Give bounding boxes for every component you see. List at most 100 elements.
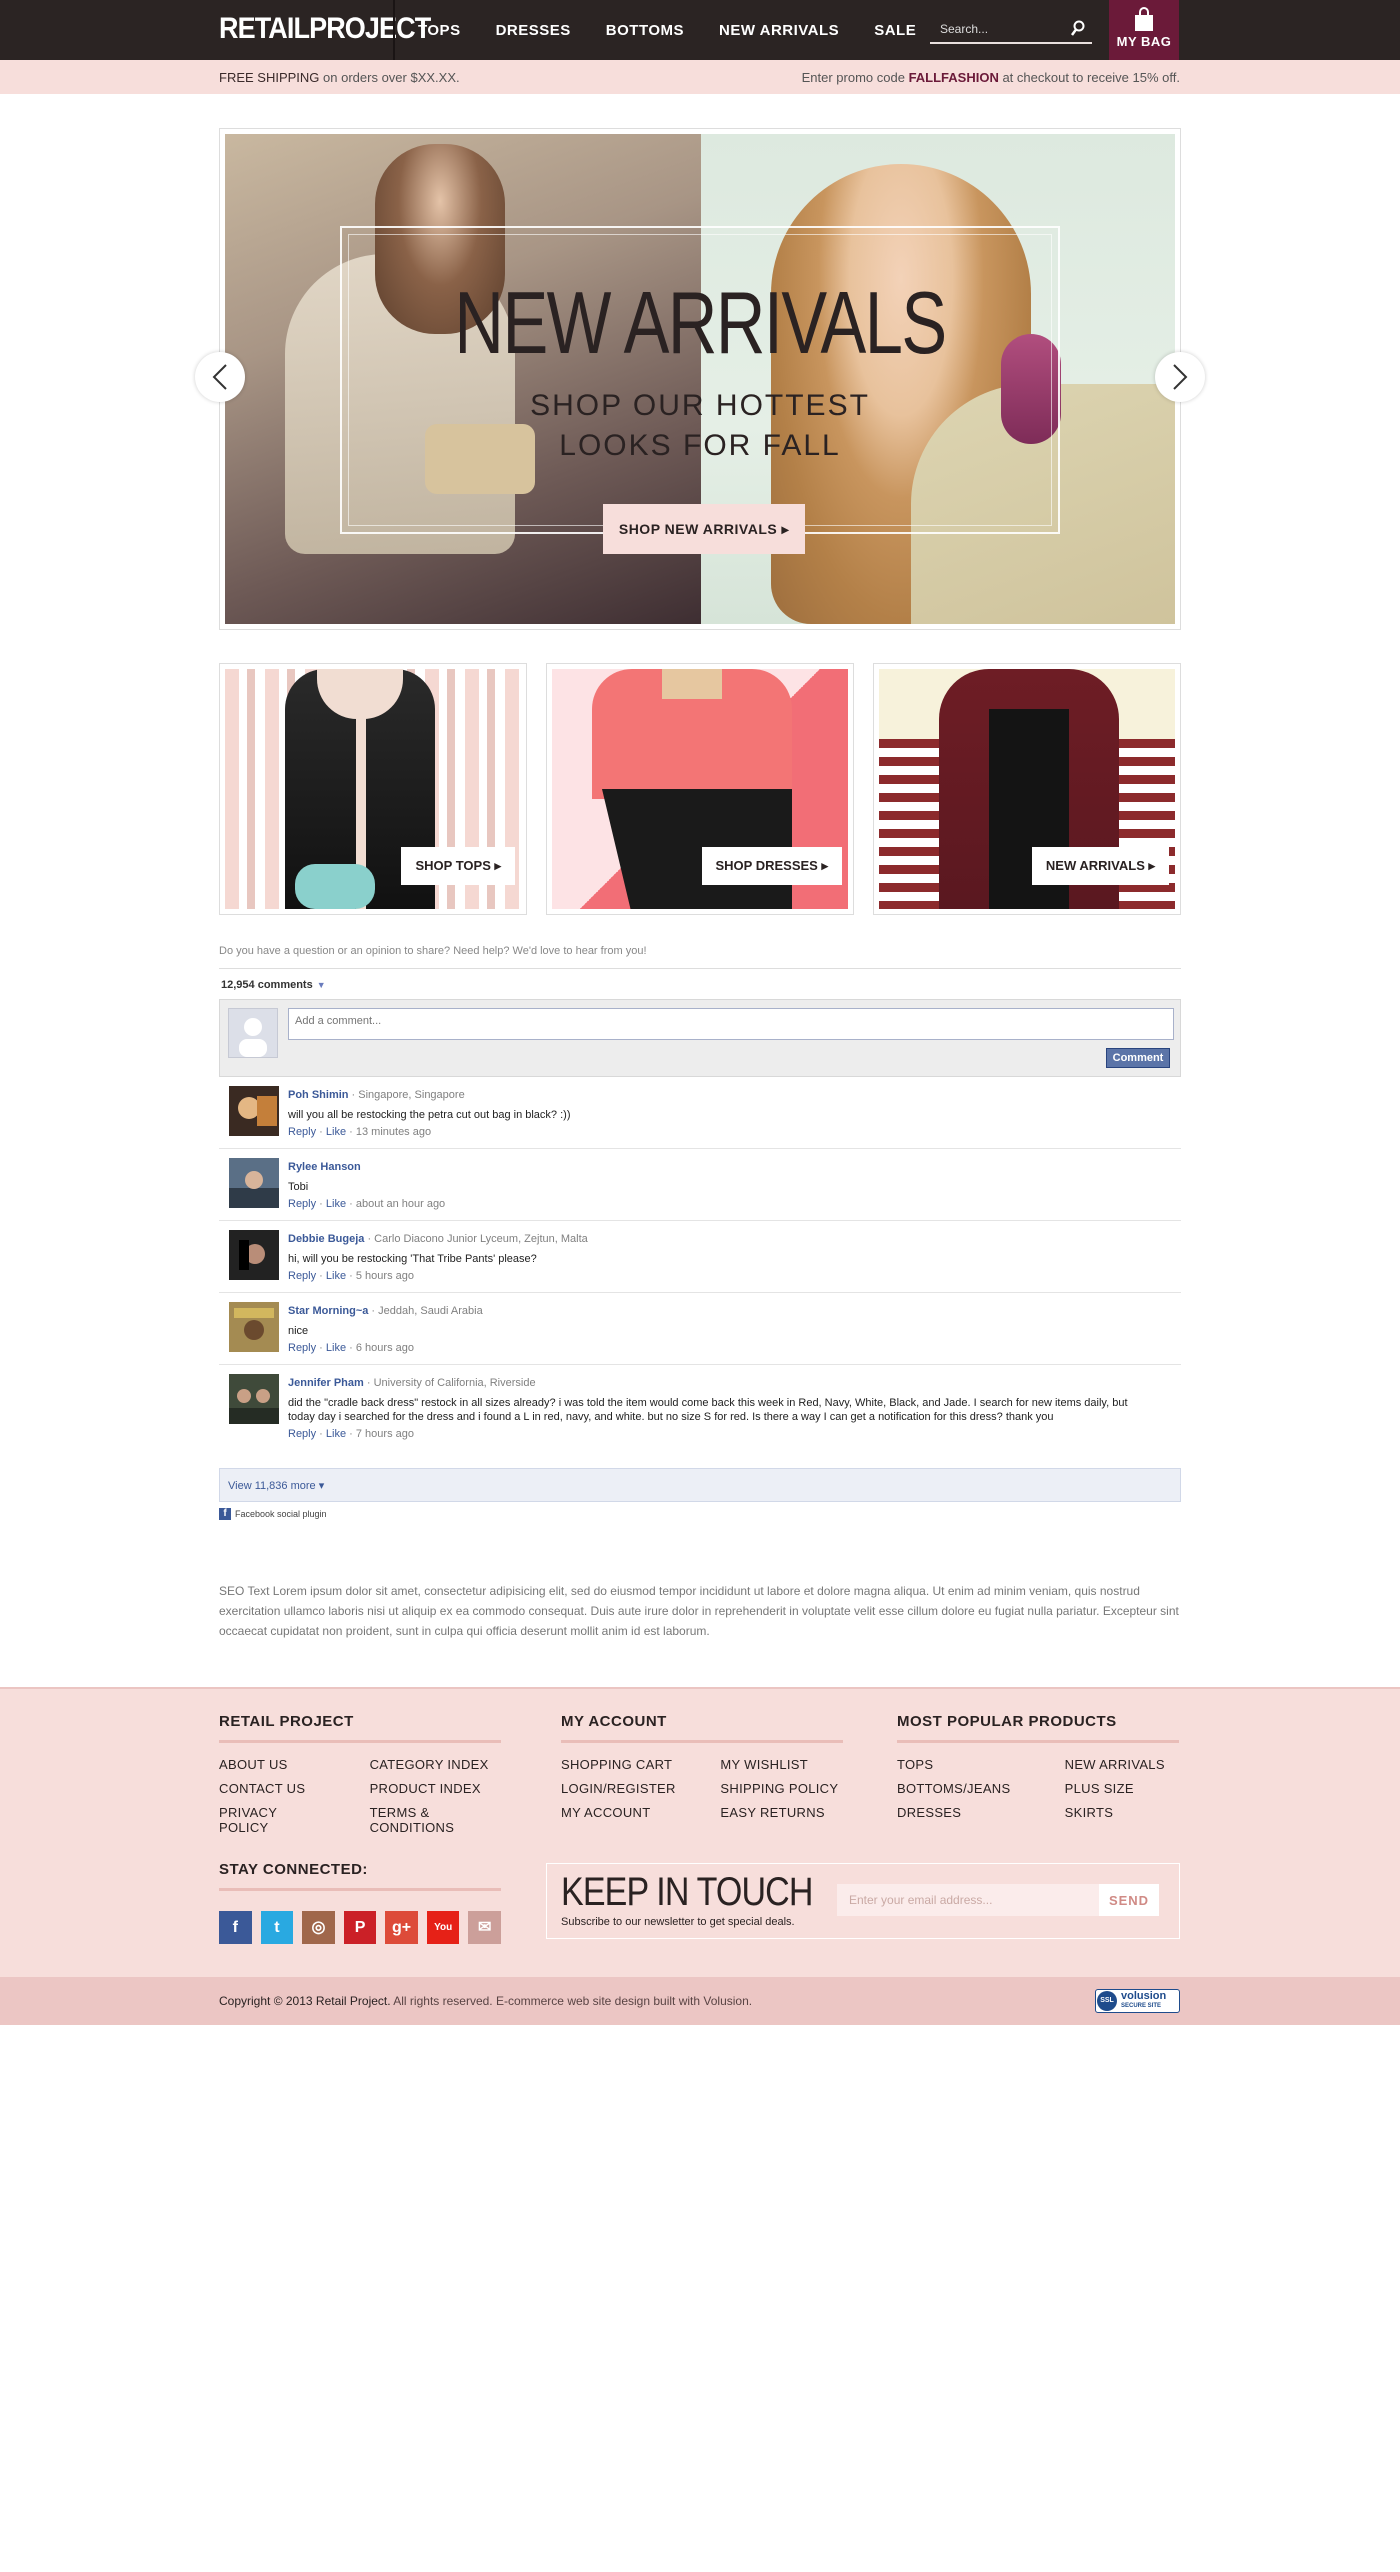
comment-time[interactable]: 7 hours ago — [356, 1428, 414, 1440]
hero-next-button[interactable] — [1155, 352, 1205, 402]
footer-heading: MY ACCOUNT — [561, 1713, 843, 1743]
pinterest-icon[interactable]: P — [343, 1911, 377, 1944]
footer-link-login-register[interactable]: LOGIN/REGISTER — [561, 1781, 680, 1796]
avatar-placeholder — [228, 1008, 278, 1058]
search-input[interactable] — [930, 16, 1060, 42]
comment-author[interactable]: Rylee Hanson — [288, 1161, 361, 1173]
volusion-ssl-badge[interactable]: SSL volusion SECURE SITE — [1095, 1989, 1180, 2013]
nav-tops[interactable]: TOPS — [418, 22, 461, 39]
newsletter-title: KEEP IN TOUCH — [561, 1870, 813, 1914]
new-arrivals-tile-button[interactable]: NEW ARRIVALS ▸ — [1031, 847, 1169, 885]
comment-time[interactable]: 5 hours ago — [356, 1270, 414, 1282]
footer-link-dresses[interactable]: DRESSES — [897, 1805, 1025, 1820]
like-link[interactable]: Like — [326, 1198, 346, 1210]
new-arrivals-image: NEW ARRIVALS ▸ — [879, 669, 1175, 909]
sep: · — [316, 1342, 326, 1354]
nav-new-arrivals[interactable]: NEW ARRIVALS — [719, 22, 839, 39]
reply-link[interactable]: Reply — [288, 1428, 316, 1440]
comment-time[interactable]: 13 minutes ago — [356, 1126, 431, 1138]
footer-link-privacy-policy[interactable]: PRIVACY POLICY — [219, 1805, 330, 1835]
nav-sale[interactable]: SALE — [874, 22, 916, 39]
footer-link-about-us[interactable]: ABOUT US — [219, 1757, 330, 1772]
footer-link-contact-us[interactable]: CONTACT US — [219, 1781, 330, 1796]
footer-heading: MOST POPULAR PRODUCTS — [897, 1713, 1179, 1743]
comment-time[interactable]: 6 hours ago — [356, 1342, 414, 1354]
hero-prev-button[interactable] — [195, 352, 245, 402]
footer-link-bottoms-jeans[interactable]: BOTTOMS/JEANS — [897, 1781, 1025, 1796]
footer-link-plus-size[interactable]: PLUS SIZE — [1065, 1781, 1179, 1796]
category-tile-new-arrivals[interactable]: NEW ARRIVALS ▸ — [873, 663, 1181, 915]
reply-link[interactable]: Reply — [288, 1342, 316, 1354]
promo-bar: FREE SHIPPING on orders over $XX.XX. Ent… — [0, 60, 1400, 94]
shop-new-arrivals-button[interactable]: SHOP NEW ARRIVALS ▸ — [603, 504, 805, 554]
tops-image: SHOP TOPS ▸ — [225, 669, 521, 909]
my-bag-button[interactable]: MY BAG — [1109, 0, 1179, 60]
hero-subtitle: SHOP OUR HOTTEST LOOKS FOR FALL — [225, 386, 1175, 466]
avatar[interactable] — [229, 1086, 279, 1136]
reply-link[interactable]: Reply — [288, 1270, 316, 1282]
footer-link-shipping-policy[interactable]: SHIPPING POLICY — [720, 1781, 843, 1796]
like-link[interactable]: Like — [326, 1342, 346, 1354]
comment-author[interactable]: Jennifer Pham — [288, 1377, 364, 1389]
instagram-icon[interactable]: ◎ — [302, 1911, 335, 1944]
comment-meta: · University of California, Riverside — [363, 1377, 536, 1389]
category-tile-dresses[interactable]: SHOP DRESSES ▸ — [546, 663, 854, 915]
model-neck — [662, 669, 722, 699]
like-link[interactable]: Like — [326, 1126, 346, 1138]
footer-link-product-index[interactable]: PRODUCT INDEX — [370, 1781, 501, 1796]
footer-link-shopping-cart[interactable]: SHOPPING CART — [561, 1757, 680, 1772]
footer-link-skirts[interactable]: SKIRTS — [1065, 1805, 1179, 1820]
category-tile-tops[interactable]: SHOP TOPS ▸ — [219, 663, 527, 915]
footer-heading: RETAIL PROJECT — [219, 1713, 501, 1743]
facebook-icon[interactable]: f — [219, 1911, 252, 1944]
comment-item: Jennifer Pham · University of California… — [219, 1365, 1181, 1448]
like-link[interactable]: Like — [326, 1270, 346, 1282]
comment-item: Rylee Hanson Tobi Reply · Like · about a… — [219, 1149, 1181, 1221]
hero-subtitle-line2: LOOKS FOR FALL — [559, 429, 841, 462]
newsletter-email-input[interactable] — [837, 1884, 1099, 1916]
newsletter-send-button[interactable]: SEND — [1099, 1884, 1159, 1916]
facebook-plugin-label[interactable]: Facebook social plugin — [235, 1509, 327, 1519]
comment-submit-button[interactable]: Comment — [1106, 1048, 1170, 1068]
avatar[interactable] — [229, 1374, 279, 1424]
google-plus-icon[interactable]: g+ — [385, 1911, 418, 1944]
footer-link-my-account[interactable]: MY ACCOUNT — [561, 1805, 680, 1820]
avatar[interactable] — [229, 1302, 279, 1352]
reply-link[interactable]: Reply — [288, 1126, 316, 1138]
email-icon[interactable]: ✉ — [468, 1911, 502, 1944]
comment-count[interactable]: 12,954 comments ▼ — [219, 969, 1181, 999]
footer-link-tops[interactable]: TOPS — [897, 1757, 1025, 1772]
footer-link-terms[interactable]: TERMS & CONDITIONS — [370, 1805, 501, 1835]
search-icon[interactable] — [1070, 20, 1086, 38]
top-nav-bar: RETAILPROJECT TOPS DRESSES BOTTOMS NEW A… — [0, 0, 1400, 60]
footer-link-category-index[interactable]: CATEGORY INDEX — [370, 1757, 501, 1772]
comment-meta: · Singapore, Singapore — [348, 1089, 465, 1101]
avatar[interactable] — [229, 1158, 279, 1208]
shop-dresses-button[interactable]: SHOP DRESSES ▸ — [701, 847, 842, 885]
comment-item: Star Morning~a · Jeddah, Saudi Arabia ni… — [219, 1293, 1181, 1365]
comment-author[interactable]: Debbie Bugeja — [288, 1233, 364, 1245]
nav-bottoms[interactable]: BOTTOMS — [606, 22, 684, 39]
footer-link-new-arrivals[interactable]: NEW ARRIVALS — [1065, 1757, 1179, 1772]
twitter-icon[interactable]: t — [260, 1911, 294, 1944]
avatar[interactable] — [229, 1230, 279, 1280]
footer-links: TOPS NEW ARRIVALS BOTTOMS/JEANS PLUS SIZ… — [897, 1757, 1179, 1820]
comment-meta: · Carlo Diacono Junior Lyceum, Zejtun, M… — [364, 1233, 588, 1245]
footer-links: SHOPPING CART MY WISHLIST LOGIN/REGISTER… — [561, 1757, 843, 1820]
nav-dresses[interactable]: DRESSES — [496, 22, 571, 39]
footer-link-easy-returns[interactable]: EASY RETURNS — [720, 1805, 843, 1820]
hero-image: NEW ARRIVALS SHOP OUR HOTTEST LOOKS FOR F… — [225, 134, 1175, 624]
reply-link[interactable]: Reply — [288, 1198, 316, 1210]
ssl-lock-icon: SSL — [1097, 1991, 1117, 2011]
sep: · — [316, 1126, 326, 1138]
youtube-icon[interactable]: You — [426, 1911, 460, 1944]
footer-link-my-wishlist[interactable]: MY WISHLIST — [720, 1757, 843, 1772]
site-logo[interactable]: RETAILPROJECT — [219, 12, 431, 46]
view-more-comments[interactable]: View 11,836 more ▾ — [219, 1468, 1181, 1502]
comment-author[interactable]: Star Morning~a — [288, 1305, 368, 1317]
like-link[interactable]: Like — [326, 1428, 346, 1440]
comment-input[interactable] — [288, 1008, 1174, 1040]
comment-author[interactable]: Poh Shimin — [288, 1089, 349, 1101]
shop-tops-button[interactable]: SHOP TOPS ▸ — [401, 847, 515, 885]
comment-time[interactable]: about an hour ago — [356, 1198, 445, 1210]
